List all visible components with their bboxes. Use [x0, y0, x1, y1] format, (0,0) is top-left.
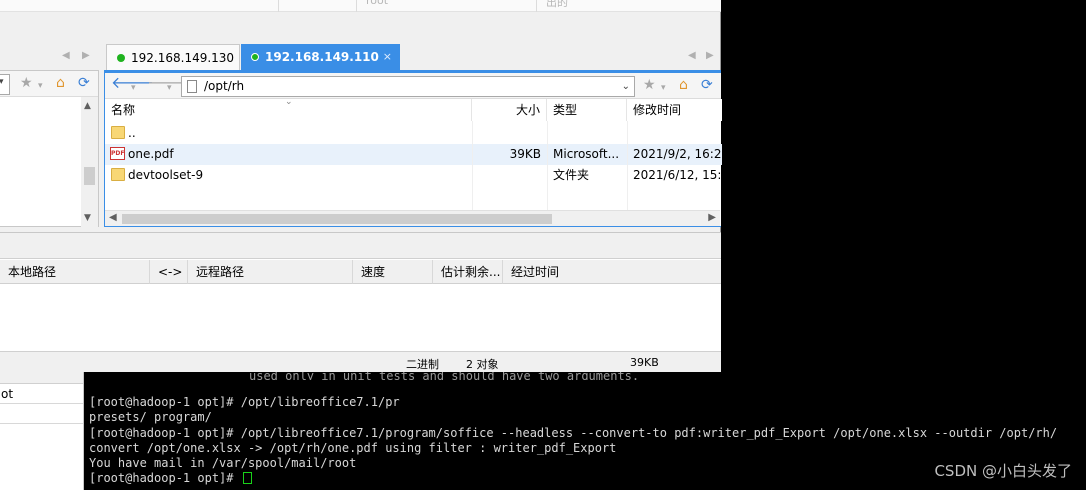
local-toolbar: ▾ ★ ▾ ⌂ ⟳	[0, 71, 98, 97]
strip-item[interactable]: ot	[0, 384, 83, 404]
sort-indicator-icon: ⌄	[285, 97, 293, 107]
chevron-down-icon[interactable]: ⌄	[622, 77, 630, 96]
watermark: CSDN @小白头发了	[934, 462, 1072, 480]
top-band: root 出的	[0, 0, 721, 12]
remote-horizontal-scrollbar[interactable]: ◀ ▶	[105, 210, 720, 226]
scroll-down-icon[interactable]: ▼	[84, 213, 91, 223]
tab-scroll-left-icon[interactable]: ◀	[62, 50, 70, 61]
bookmark-star-icon[interactable]: ★	[643, 77, 656, 93]
local-pane: ▾ ★ ▾ ⌂ ⟳ ▲ ▼	[0, 70, 99, 227]
terminal-prompt: [root@hadoop-1 opt]#	[89, 471, 241, 486]
tab-scroll-right-icon[interactable]: ▶	[706, 50, 714, 61]
close-tab-icon[interactable]: ×	[383, 44, 392, 70]
scroll-up-icon[interactable]: ▲	[84, 101, 91, 111]
page-icon	[187, 80, 197, 93]
remote-toolbar: 🡐 ▾ 🡒 ▾ /opt/rh ⌄ ★ ▾ ⌂ ⟳	[105, 73, 721, 99]
connected-status-icon	[251, 53, 259, 61]
transfer-mode: 二进制	[406, 358, 439, 371]
terminal-line: used only in unit tests and should have …	[249, 372, 640, 380]
file-name: one.pdf	[128, 147, 174, 161]
file-row-devtoolset[interactable]: devtoolset-9 文件夹 2021/6/12, 15:3	[105, 165, 722, 186]
column-header-elapsed[interactable]: 经过时间	[503, 260, 721, 284]
terminal-line: convert /opt/one.xlsx -> /opt/rh/one.pdf…	[89, 440, 617, 455]
strip-header	[0, 372, 83, 384]
top-band-time: 出的	[546, 0, 568, 9]
column-header-local-path[interactable]: 本地路径	[0, 260, 150, 284]
remote-path-value: /opt/rh	[204, 79, 245, 93]
strip-item-empty	[0, 404, 83, 424]
tab-session-110[interactable]: 192.168.149.110 ×	[241, 44, 400, 70]
terminal-line: [root@hadoop-1 opt]# /opt/libreoffice7.1…	[89, 395, 400, 410]
top-band-separator	[536, 0, 537, 12]
tab-session-130[interactable]: 192.168.149.130	[106, 44, 240, 70]
column-divider	[627, 121, 628, 211]
scroll-right-icon[interactable]: ▶	[708, 212, 716, 223]
transfer-toolbar	[0, 233, 721, 259]
scrollbar-thumb[interactable]	[84, 167, 95, 185]
folder-icon	[111, 168, 125, 181]
top-band-separator	[356, 0, 357, 12]
selection-size: 39KB	[630, 356, 659, 369]
scrollbar-thumb[interactable]	[122, 214, 552, 224]
file-modified: 2021/9/2, 16:21	[633, 147, 722, 161]
chevron-down-icon[interactable]: ▾	[661, 80, 666, 96]
home-icon[interactable]: ⌂	[679, 77, 688, 93]
column-divider	[547, 121, 548, 211]
refresh-icon[interactable]: ⟳	[701, 77, 713, 93]
bookmark-star-icon[interactable]: ★	[20, 75, 33, 91]
column-header-modified[interactable]: 修改时间	[627, 99, 722, 121]
remote-pane: 🡐 ▾ 🡒 ▾ /opt/rh ⌄ ★ ▾ ⌂ ⟳ 名称 ⌄ 大小 类型 修改时…	[104, 70, 722, 227]
tab-label: 192.168.149.130	[131, 51, 235, 65]
sftp-window: root 出的 ◀ ▶ ◀ ▶ 192.168.149.130 192.168.…	[0, 0, 722, 373]
pdf-icon: PDF	[110, 147, 125, 160]
terminal-cursor	[242, 472, 252, 485]
home-icon[interactable]: ⌂	[56, 75, 65, 91]
chevron-down-icon[interactable]: ▾	[38, 78, 43, 94]
tab-label: 192.168.149.110	[265, 50, 379, 64]
folder-icon	[111, 126, 125, 139]
status-bar: 二进制 2 对象 39KB	[0, 351, 721, 373]
column-header-remaining[interactable]: 估计剩余...	[433, 260, 503, 284]
local-vertical-scrollbar[interactable]: ▲ ▼	[81, 97, 98, 227]
chevron-down-icon[interactable]: ▾	[167, 80, 172, 96]
file-type: Microsoft...	[553, 147, 620, 161]
column-header-direction[interactable]: <->	[150, 260, 188, 284]
tab-scroll-left-icon[interactable]: ◀	[688, 50, 696, 61]
file-size: 39KB	[509, 147, 541, 161]
object-count: 2 对象	[466, 358, 499, 371]
chevron-down-icon: ▾	[0, 77, 4, 87]
file-modified: 2021/6/12, 15:3	[633, 168, 722, 182]
local-path-dropdown[interactable]: ▾	[0, 74, 10, 95]
remote-path-input[interactable]: /opt/rh ⌄	[181, 76, 635, 97]
chevron-down-icon[interactable]: ▾	[131, 80, 136, 96]
column-divider	[472, 121, 473, 211]
column-header-remote-path[interactable]: 远程路径	[188, 260, 353, 284]
column-header-speed[interactable]: 速度	[353, 260, 433, 284]
column-header-size[interactable]: 大小	[472, 99, 547, 121]
top-band-separator	[278, 0, 279, 12]
top-band-user: root	[366, 0, 389, 7]
terminal-line: [root@hadoop-1 opt]# /opt/libreoffice7.1…	[89, 425, 1058, 440]
connected-status-icon	[117, 54, 125, 62]
column-header-type[interactable]: 类型	[547, 99, 627, 121]
file-name: ..	[128, 126, 136, 140]
file-type: 文件夹	[553, 168, 590, 182]
scroll-left-icon[interactable]: ◀	[109, 212, 117, 223]
file-name: devtoolset-9	[128, 168, 204, 182]
background-window-strip: ot	[0, 372, 84, 490]
tab-scroll-right-icon[interactable]: ▶	[82, 50, 90, 61]
terminal-line: presets/ program/	[89, 410, 212, 425]
file-row-one-pdf[interactable]: PDF one.pdf 39KB Microsoft... 2021/9/2, …	[105, 144, 722, 165]
file-row-parent[interactable]: ..	[105, 123, 722, 144]
refresh-icon[interactable]: ⟳	[78, 75, 90, 91]
